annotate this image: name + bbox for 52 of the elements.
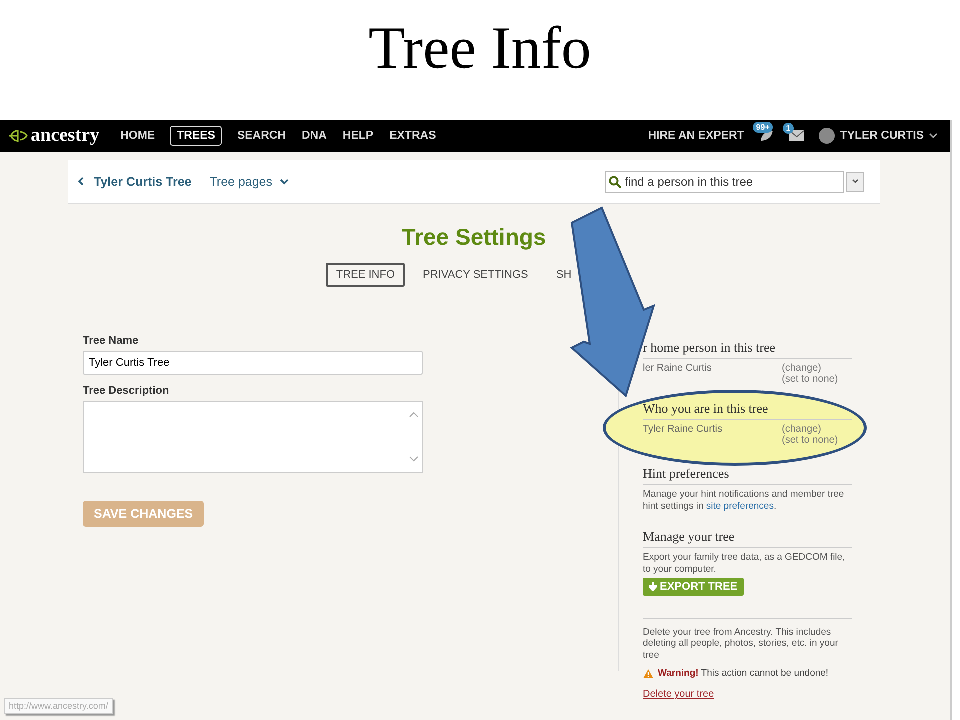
section-text: Delete your tree from Ancestry. This includes deleting all people, photos, stories, etc. in your tree — [643, 626, 840, 662]
leaf-logo-icon — [8, 129, 28, 143]
avatar-icon — [819, 128, 836, 144]
field-label: Tree Description — [83, 385, 170, 397]
nav-item[interactable]: TREES — [170, 126, 222, 146]
dropdown-button[interactable] — [846, 172, 864, 192]
section-text: Manage your hint notifications and member tree hint settings in site preferences. — [643, 489, 846, 513]
warning-text: Warning! This action cannot be undone! — [658, 668, 829, 680]
tab[interactable]: TREE INFO — [326, 263, 406, 287]
nav-item[interactable]: DNA — [295, 126, 334, 146]
nav-item[interactable]: EXTRAS — [382, 126, 444, 146]
delete-tree-link[interactable]: Delete your tree — [643, 689, 714, 700]
message-count[interactable]: 1 — [783, 123, 794, 134]
set-to-none-link[interactable]: (set to none) — [782, 435, 838, 446]
field-label: Tree Name — [83, 335, 140, 347]
section-heading: r home person in this tree — [643, 340, 852, 359]
person-name: ler Raine Curtis — [643, 363, 713, 376]
set-to-none-link[interactable]: (set to none) — [782, 374, 838, 385]
warning-icon — [643, 668, 654, 679]
chevron-down-icon — [852, 179, 858, 184]
scroll-arrows-icon — [409, 411, 419, 463]
tab[interactable]: PRIVACY SETTINGS — [413, 263, 538, 287]
section-text: Export your family tree data, as a GEDCOM file, to your computer. — [643, 552, 846, 576]
notification-count[interactable]: 99+ — [753, 122, 773, 133]
logo-text: ancestry — [31, 125, 100, 147]
chevron-down-icon — [280, 178, 289, 184]
nav-item[interactable]: SEARCH — [230, 126, 293, 146]
section-heading: Manage your tree — [643, 528, 852, 548]
change-link[interactable]: (change) — [782, 424, 838, 435]
search-field[interactable]: find a person in this tree — [605, 170, 844, 192]
slide-title: Tree Info — [368, 14, 592, 82]
chevron-down-icon — [929, 133, 938, 139]
tree-name-field[interactable]: Tyler Curtis Tree — [83, 351, 423, 375]
tree-pages-label: Tree pages — [210, 174, 273, 188]
person-name: Tyler Raine Curtis — [643, 424, 724, 437]
logo[interactable]: ancestry — [8, 125, 100, 147]
page-title: Tree Settings — [400, 224, 548, 251]
site-preferences-link[interactable]: site preferences — [706, 500, 774, 512]
download-arrow-icon — [649, 582, 657, 591]
tab[interactable]: SH — [546, 263, 582, 287]
user-name: TYLER CURTIS — [840, 130, 924, 142]
nav-item[interactable]: HOME — [114, 126, 162, 146]
chevron-left-icon — [78, 177, 84, 186]
nav-item[interactable]: HELP — [336, 126, 381, 146]
tree-description-field[interactable] — [83, 401, 423, 473]
envelope-icon[interactable] — [789, 130, 806, 142]
status-url: http://www.ancestry.com/ — [4, 698, 114, 714]
user-menu[interactable]: TYLER CURTIS — [819, 128, 938, 144]
change-link[interactable]: (change) — [782, 363, 838, 374]
tree-pages-dropdown[interactable]: Tree pages — [210, 174, 289, 188]
hire-expert-link[interactable]: HIRE AN EXPERT — [641, 126, 752, 146]
section-heading: Hint preferences — [643, 466, 852, 485]
